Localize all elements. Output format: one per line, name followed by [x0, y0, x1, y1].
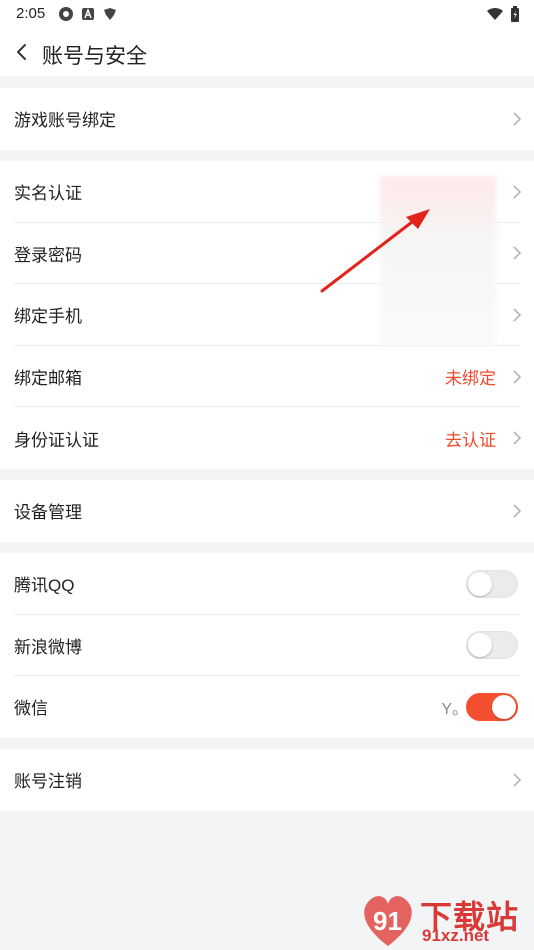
status-bar: 2:05 [0, 0, 534, 30]
wechat-toggle[interactable] [466, 692, 518, 721]
watermark-logo-text: 91 [373, 906, 402, 936]
watermark: 91 下载站 91xz.net [358, 890, 530, 948]
annotation-arrow-icon [320, 209, 430, 293]
row-wechat: 微信 Y。 [0, 676, 534, 738]
toggle-knob [492, 694, 516, 719]
row-label: 设备管理 [14, 503, 82, 523]
group-social-bindings: 腾讯QQ 新浪微博 微信 Y。 [0, 553, 534, 738]
row-label: 身份证认证 [14, 430, 99, 450]
row-label: 微信 [14, 699, 48, 719]
chevron-right-icon [512, 244, 522, 262]
toggle-knob [468, 571, 492, 596]
row-label: 游戏账号绑定 [14, 111, 116, 131]
chevron-right-icon [512, 368, 522, 386]
id-verify-status-value: 去认证 [445, 430, 496, 450]
email-status-value: 未绑定 [445, 369, 496, 389]
row-label: 绑定邮箱 [14, 369, 82, 389]
row-sina-weibo: 新浪微博 [0, 615, 534, 677]
row-tencent-qq: 腾讯QQ [0, 553, 534, 615]
wifi-icon [486, 7, 504, 26]
page-title: 账号与安全 [42, 45, 147, 68]
chevron-right-icon [512, 306, 522, 324]
title-bar: 账号与安全 [0, 30, 534, 76]
wechat-nickname: Y。 [441, 700, 468, 718]
tieba-bird-icon [102, 6, 118, 22]
status-icons-left [58, 6, 118, 22]
chevron-right-icon [512, 429, 522, 447]
row-id-card-verification[interactable]: 身份证认证 去认证 [0, 407, 534, 469]
chevron-right-icon [512, 771, 522, 789]
row-device-management[interactable]: 设备管理 [0, 480, 534, 542]
row-bind-email[interactable]: 绑定邮箱 未绑定 [0, 346, 534, 408]
group-game-account: 游戏账号绑定 [0, 88, 534, 150]
qq-toggle[interactable] [466, 569, 518, 598]
chevron-right-icon [512, 502, 522, 520]
group-device: 设备管理 [0, 480, 534, 542]
weibo-toggle[interactable] [466, 631, 518, 660]
row-label: 绑定手机 [14, 307, 82, 327]
group-account-cancel: 账号注销 [0, 749, 534, 811]
row-label: 新浪微博 [14, 637, 82, 657]
chrome-like-icon [58, 6, 74, 22]
chevron-right-icon [512, 110, 522, 128]
row-account-deletion[interactable]: 账号注销 [0, 749, 534, 811]
row-game-account-binding[interactable]: 游戏账号绑定 [0, 88, 534, 150]
toggle-knob [468, 633, 492, 658]
row-label: 实名认证 [14, 184, 82, 204]
status-time: 2:05 [16, 5, 46, 22]
watermark-logo-icon: 91 [364, 896, 412, 946]
status-icons-right [486, 6, 520, 27]
a-icon [80, 6, 96, 22]
battery-icon [510, 6, 520, 27]
watermark-url: 91xz.net [422, 926, 490, 945]
chevron-right-icon [512, 183, 522, 201]
row-label: 账号注销 [14, 772, 82, 792]
back-arrow-icon[interactable] [12, 40, 32, 64]
row-label: 登录密码 [14, 245, 82, 265]
row-label: 腾讯QQ [14, 576, 75, 596]
